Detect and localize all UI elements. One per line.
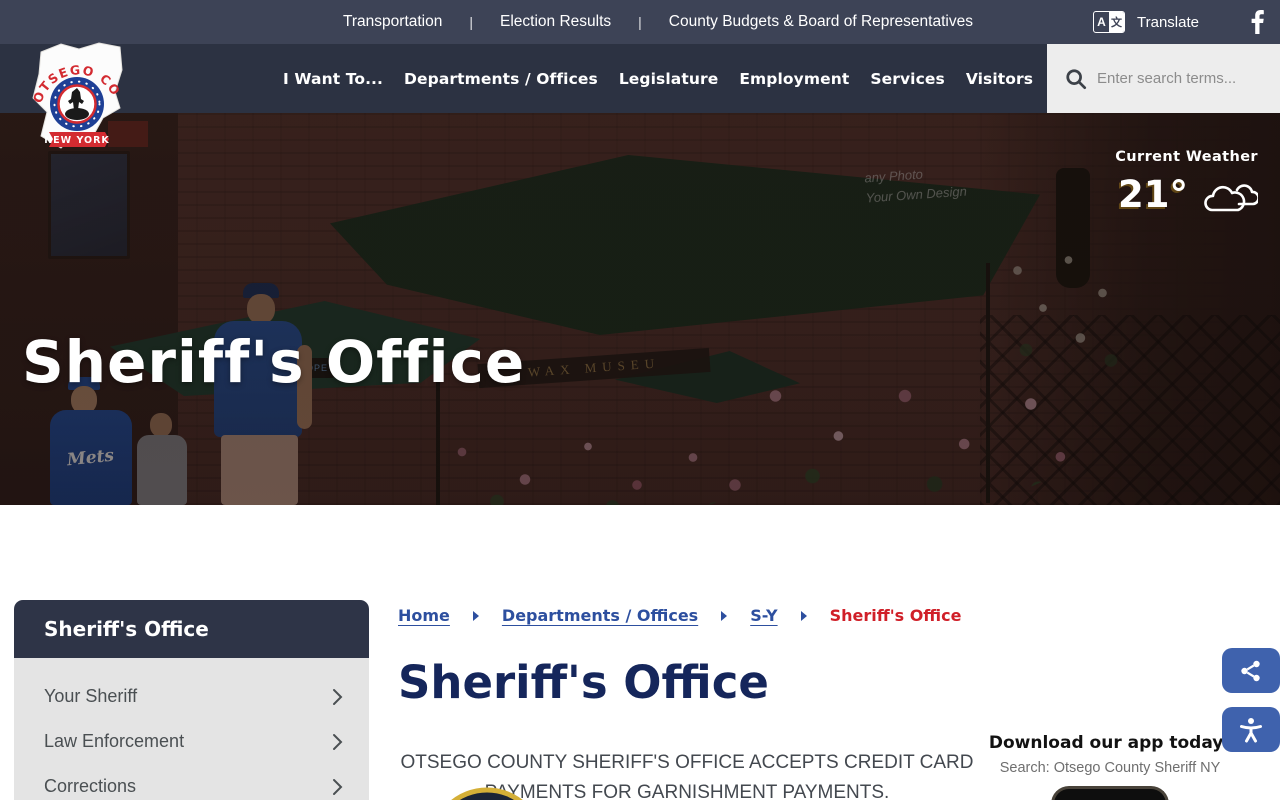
topbar-links: Transportation | Election Results | Coun… [343, 13, 973, 31]
share-button[interactable] [1222, 648, 1280, 693]
county-logo[interactable]: OTSEGO COUNTY NEW YORK [27, 40, 128, 152]
breadcrumb-separator-icon [473, 611, 479, 621]
breadcrumb-current-page: Sheriff's Office [830, 606, 962, 625]
weather-label: Current Weather [1115, 149, 1258, 165]
section-sidebar: Sheriff's Office Your Sheriff Law Enforc… [14, 600, 369, 800]
logo-banner-text: NEW YORK [44, 135, 110, 146]
nav-item-services[interactable]: Services [870, 70, 944, 88]
topbar-separator: | [638, 14, 642, 30]
nav-item-legislature[interactable]: Legislature [619, 70, 719, 88]
breadcrumb: Home Departments / Offices S-Y Sheriff's… [398, 606, 961, 625]
hero-page-title: Sheriff's Office [22, 328, 525, 396]
nav-item-visitors[interactable]: Visitors [966, 70, 1033, 88]
accessibility-button[interactable] [1222, 707, 1280, 752]
translate-icon: A 文 [1093, 11, 1125, 33]
sidebar-item-corrections[interactable]: Corrections [14, 764, 369, 800]
translate-button[interactable]: A 文 Translate [1093, 11, 1199, 33]
sidebar-menu: Your Sheriff Law Enforcement Corrections [14, 658, 369, 800]
share-icon [1239, 659, 1263, 683]
weather-widget: Current Weather 21° [1115, 149, 1258, 216]
nav-item-employment[interactable]: Employment [739, 70, 849, 88]
sidebar-title: Sheriff's Office [44, 617, 209, 641]
topbar-link-county-budgets[interactable]: County Budgets & Board of Representative… [669, 13, 973, 31]
topbar-link-election-results[interactable]: Election Results [500, 13, 611, 31]
app-promo: Download our app today! Search: Otsego C… [988, 733, 1232, 800]
facebook-icon [1251, 10, 1264, 34]
breadcrumb-home[interactable]: Home [398, 606, 450, 625]
nav-item-departments-offices[interactable]: Departments / Offices [404, 70, 598, 88]
breadcrumb-s-y[interactable]: S-Y [750, 606, 777, 625]
topbar-separator: | [469, 14, 473, 30]
facebook-button[interactable] [1251, 10, 1264, 34]
nav-items: I Want To... Departments / Offices Legis… [283, 70, 1033, 88]
weather-temperature: 21° [1118, 173, 1188, 216]
chevron-right-icon [332, 733, 343, 751]
chevron-right-icon [332, 688, 343, 706]
app-promo-subtitle: Search: Otsego County Sheriff NY [988, 760, 1232, 776]
main-navbar: I Want To... Departments / Offices Legis… [0, 44, 1280, 113]
page-title: Sheriff's Office [398, 656, 769, 709]
top-utility-bar: Transportation | Election Results | Coun… [0, 0, 1280, 44]
sidebar-header: Sheriff's Office [14, 600, 369, 658]
search-icon[interactable] [1065, 68, 1087, 90]
nav-item-i-want-to[interactable]: I Want To... [283, 70, 383, 88]
hero-overlay [0, 113, 1280, 505]
hero-banner: WAX MUSEU any Photo Your Own Design OPE … [0, 113, 1280, 505]
sidebar-item-your-sheriff[interactable]: Your Sheriff [14, 674, 369, 719]
breadcrumb-departments-offices[interactable]: Departments / Offices [502, 606, 698, 625]
clouds-icon [1204, 176, 1258, 214]
chevron-right-icon [332, 778, 343, 796]
app-promo-title: Download our app today! [988, 733, 1232, 753]
topbar-link-transportation[interactable]: Transportation [343, 13, 442, 31]
sheriff-badge-image: OTSEGO COUNTY [428, 786, 546, 800]
accessibility-icon [1238, 717, 1264, 743]
phone-image [1051, 786, 1169, 800]
translate-label: Translate [1137, 14, 1199, 31]
breadcrumb-separator-icon [801, 611, 807, 621]
county-seal-icon: OTSEGO COUNTY NEW YORK [27, 40, 128, 152]
breadcrumb-separator-icon [721, 611, 727, 621]
sidebar-item-law-enforcement[interactable]: Law Enforcement [14, 719, 369, 764]
search-input[interactable] [1097, 70, 1262, 87]
search-box [1047, 44, 1280, 113]
